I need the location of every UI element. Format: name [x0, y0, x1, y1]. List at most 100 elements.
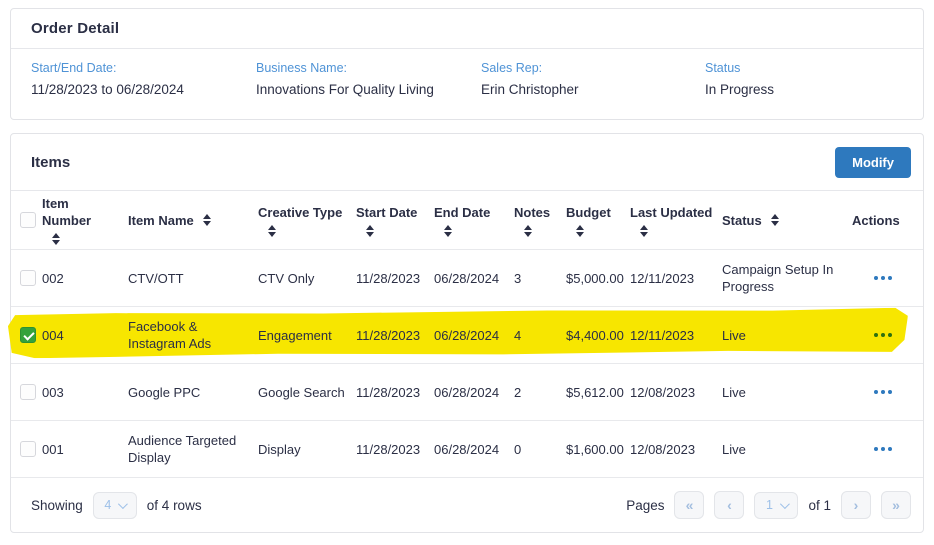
sort-arrows-icon	[771, 214, 779, 226]
cell-item_number: 002	[42, 270, 128, 287]
row-actions-menu-button[interactable]	[870, 327, 896, 343]
rows-per-page-control: Showing 4 of 4 rows	[31, 492, 202, 519]
cell-notes: 0	[514, 441, 566, 458]
sort-arrows-icon	[576, 225, 584, 237]
column-header-actions: Actions	[852, 212, 914, 229]
cell-item_number: 003	[42, 384, 128, 401]
field-value: Innovations For Quality Living	[256, 82, 481, 97]
dot-icon	[888, 333, 892, 337]
rows-per-page-select[interactable]: 4	[93, 492, 137, 519]
cell-start_date: 11/28/2023	[356, 441, 434, 458]
column-label: End Date	[434, 204, 506, 221]
table-header-row: Item Number Item NameCreative Type Start D…	[11, 191, 923, 250]
order-detail-card: Order Detail Start/End Date: 11/28/2023 …	[10, 8, 924, 120]
items-card: Items Modify Item Number Item NameCreativ…	[10, 133, 924, 533]
pagination-control: Pages « ‹ 1 of 1 › »	[626, 491, 911, 519]
cell-notes: 2	[514, 384, 566, 401]
checkbox-cell	[20, 270, 42, 286]
cell-notes: 4	[514, 327, 566, 344]
cell-status: Live	[722, 384, 852, 401]
sort-arrows-icon	[640, 225, 648, 237]
sort-arrows-icon	[268, 225, 276, 237]
page-select[interactable]: 1	[754, 492, 798, 519]
cell-status: Live	[722, 441, 852, 458]
column-label: Start Date	[356, 204, 426, 221]
of-rows-label: of 4 rows	[147, 498, 202, 513]
cell-budget: $5,000.00	[566, 270, 630, 287]
dot-icon	[874, 333, 878, 337]
column-header-status[interactable]: Status	[722, 212, 852, 229]
sort-arrows-icon	[366, 225, 374, 237]
sort-arrows-icon	[524, 225, 532, 237]
cell-last_updated: 12/11/2023	[630, 327, 722, 344]
column-header-end_date[interactable]: End Date	[434, 204, 514, 237]
sort-arrows-icon	[52, 233, 60, 245]
current-page-value: 1	[766, 498, 773, 512]
dot-icon	[888, 447, 892, 451]
sort-arrows-icon	[203, 214, 211, 226]
field-value: Erin Christopher	[481, 82, 705, 97]
dot-icon	[881, 447, 885, 451]
items-table: Item Number Item NameCreative Type Start D…	[11, 191, 923, 478]
field-business-name: Business Name: Innovations For Quality L…	[256, 61, 481, 97]
field-value: 11/28/2023 to 06/28/2024	[31, 82, 256, 97]
column-label: Item Number	[42, 195, 120, 229]
dot-icon	[874, 390, 878, 394]
first-page-button[interactable]: «	[674, 491, 704, 519]
column-label: Creative Type	[258, 204, 348, 221]
field-label: Status	[705, 61, 923, 75]
previous-page-button[interactable]: ‹	[714, 491, 744, 519]
row-actions-menu-button[interactable]	[870, 441, 896, 457]
items-header: Items Modify	[11, 134, 923, 191]
cell-actions	[852, 270, 914, 286]
column-header-item_name[interactable]: Item Name	[128, 212, 258, 229]
column-header-last_updated[interactable]: Last Updated	[630, 204, 722, 237]
chevron-down-icon	[118, 499, 128, 509]
field-label: Start/End Date:	[31, 61, 256, 75]
field-value: In Progress	[705, 82, 923, 97]
table-body: 002CTV/OTTCTV Only11/28/202306/28/20243$…	[11, 250, 923, 478]
cell-item_name: Google PPC	[128, 384, 258, 401]
row-checkbox[interactable]	[20, 441, 36, 457]
sort-arrows-icon	[444, 225, 452, 237]
checkbox-cell	[20, 327, 42, 343]
column-header-creative_type[interactable]: Creative Type	[258, 204, 356, 237]
column-label: Notes	[514, 204, 558, 221]
column-label: Status	[722, 212, 762, 229]
column-header-start_date[interactable]: Start Date	[356, 204, 434, 237]
table-row-item-001: 001Audience Targeted DisplayDisplay11/28…	[11, 421, 923, 478]
last-page-button[interactable]: »	[881, 491, 911, 519]
row-actions-menu-button[interactable]	[870, 384, 896, 400]
cell-end_date: 06/28/2024	[434, 384, 514, 401]
row-checkbox[interactable]	[20, 327, 36, 343]
cell-end_date: 06/28/2024	[434, 270, 514, 287]
cell-creative_type: Google Search	[258, 384, 356, 401]
dot-icon	[881, 390, 885, 394]
field-label: Sales Rep:	[481, 61, 705, 75]
select-all-checkbox[interactable]	[20, 212, 36, 228]
order-detail-title: Order Detail	[31, 20, 119, 37]
cell-actions	[852, 384, 914, 400]
column-header-budget[interactable]: Budget	[566, 204, 630, 237]
row-actions-menu-button[interactable]	[870, 270, 896, 286]
order-detail-title-row: Order Detail	[11, 9, 923, 49]
field-status: Status In Progress	[705, 61, 923, 97]
row-checkbox[interactable]	[20, 270, 36, 286]
cell-notes: 3	[514, 270, 566, 287]
column-label: Budget	[566, 204, 622, 221]
cell-last_updated: 12/11/2023	[630, 270, 722, 287]
column-header-notes[interactable]: Notes	[514, 204, 566, 237]
dot-icon	[881, 333, 885, 337]
cell-budget: $1,600.00	[566, 441, 630, 458]
field-label: Business Name:	[256, 61, 481, 75]
modify-button[interactable]: Modify	[835, 147, 911, 178]
cell-start_date: 11/28/2023	[356, 327, 434, 344]
next-page-button[interactable]: ›	[841, 491, 871, 519]
row-checkbox[interactable]	[20, 384, 36, 400]
cell-end_date: 06/28/2024	[434, 441, 514, 458]
page: Order Detail Start/End Date: 11/28/2023 …	[0, 0, 934, 545]
order-detail-fields: Start/End Date: 11/28/2023 to 06/28/2024…	[11, 49, 923, 97]
cell-end_date: 06/28/2024	[434, 327, 514, 344]
column-header-item_number[interactable]: Item Number	[42, 195, 128, 245]
cell-creative_type: Display	[258, 441, 356, 458]
